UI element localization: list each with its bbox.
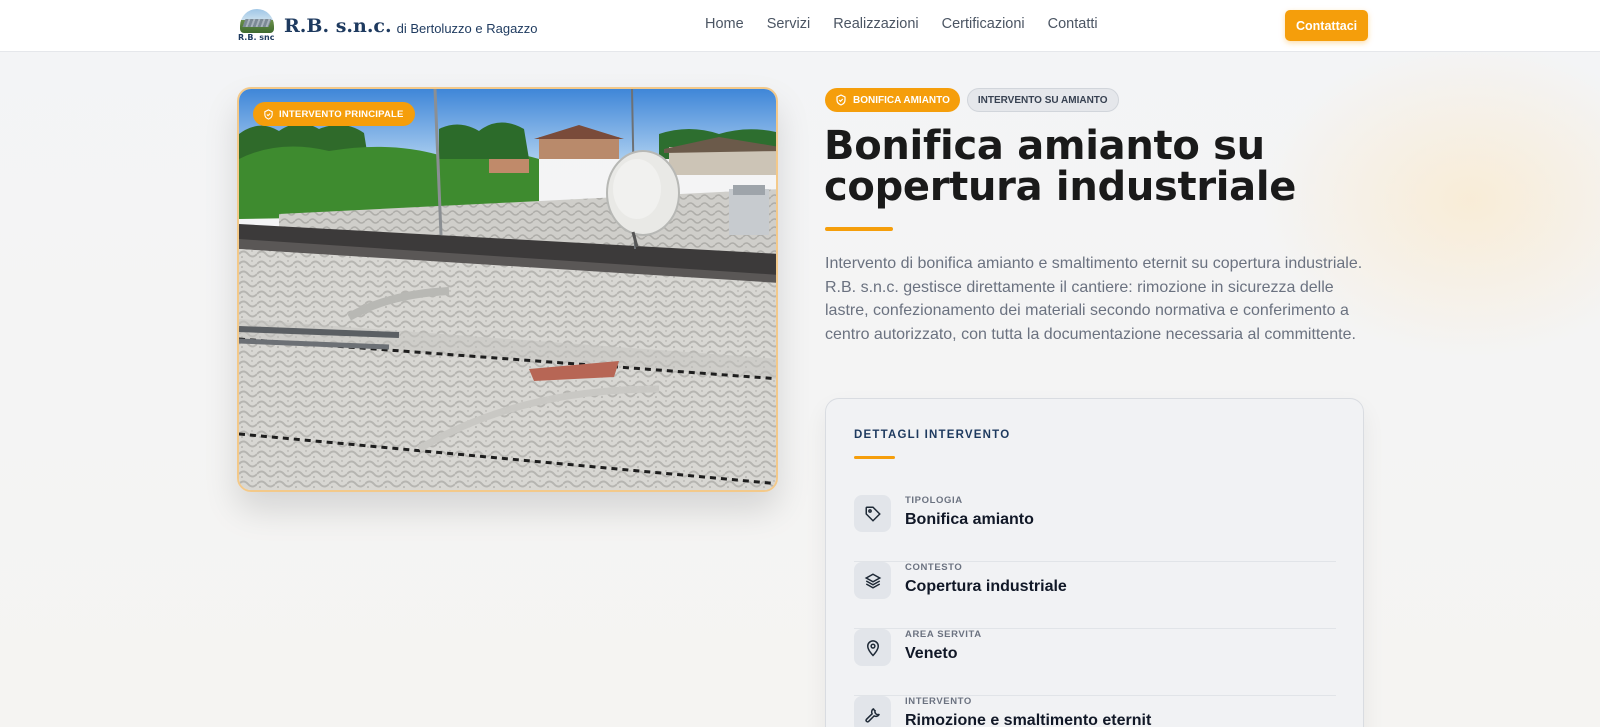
nav-link-contatti[interactable]: Contatti	[1048, 16, 1098, 32]
detail-label: CONTESTO	[905, 562, 963, 573]
details-accent-bar	[854, 456, 895, 459]
logo-name: R.B. s.n.c.	[284, 15, 392, 37]
nav-link-certificazioni[interactable]: Certificazioni	[942, 16, 1025, 32]
category-badges: BONIFICA AMIANTO INTERVENTO SU AMIANTO	[825, 88, 1119, 112]
main-intervention-badge: INTERVENTO PRINCIPALE	[253, 102, 415, 126]
detail-row-area: AREA SERVITA Veneto	[854, 629, 1336, 696]
main-nav: Home Servizi Realizzazioni Certificazion…	[705, 16, 1098, 32]
hero-image-card: INTERVENTO PRINCIPALE	[237, 87, 778, 492]
detail-value: Veneto	[905, 645, 958, 662]
map-pin-icon	[854, 629, 891, 666]
contact-button[interactable]: Contattaci	[1285, 10, 1369, 41]
page-title: Bonifica amianto su copertura industrial…	[824, 123, 1297, 210]
detail-value: Copertura industriale	[905, 578, 1067, 595]
shield-check-icon	[264, 108, 273, 120]
title-accent-bar	[825, 227, 893, 231]
details-card: DETTAGLI INTERVENTO TIPOLOGIA Bonifica a…	[825, 398, 1364, 727]
badge-intervento-amianto: INTERVENTO SU AMIANTO	[966, 88, 1119, 112]
page-description: Intervento di bonifica amianto e smaltim…	[825, 255, 1363, 344]
tag-icon	[854, 495, 891, 532]
details-title: DETTAGLI INTERVENTO	[854, 429, 1011, 441]
detail-label: INTERVENTO	[905, 696, 972, 707]
hero-roof-photo	[239, 89, 776, 490]
shield-check-icon	[836, 94, 846, 106]
nav-link-servizi[interactable]: Servizi	[767, 16, 811, 32]
logo-solar-roof-icon	[240, 9, 274, 33]
main-intervention-badge-label: INTERVENTO PRINCIPALE	[279, 108, 404, 120]
nav-link-home[interactable]: Home	[705, 16, 744, 32]
detail-value: Bonifica amianto	[905, 511, 1034, 528]
detail-row-intervento: INTERVENTO Rimozione e smaltimento etern…	[854, 696, 1336, 727]
detail-label: TIPOLOGIA	[905, 495, 963, 506]
layers-icon	[854, 562, 891, 599]
badge-bonifica-amianto: BONIFICA AMIANTO	[825, 88, 960, 112]
badge-bonifica-amianto-label: BONIFICA AMIANTO	[853, 94, 950, 106]
site-header: R.B. snc R.B. s.n.c. di Bertoluzzo e Rag…	[0, 0, 1600, 52]
detail-label: AREA SERVITA	[905, 629, 982, 640]
badge-intervento-amianto-label: INTERVENTO SU AMIANTO	[977, 94, 1108, 106]
logo-mark: R.B. snc	[238, 9, 278, 43]
detail-row-tipologia: TIPOLOGIA Bonifica amianto	[854, 495, 1336, 562]
logo-sub-text: R.B. snc	[238, 33, 275, 42]
logo-tagline: di Bertoluzzo e Ragazzo	[396, 20, 538, 36]
nav-link-realizzazioni[interactable]: Realizzazioni	[833, 16, 918, 32]
logo[interactable]: R.B. snc R.B. s.n.c. di Bertoluzzo e Rag…	[238, 9, 538, 43]
detail-row-contesto: CONTESTO Copertura industriale	[854, 562, 1336, 629]
detail-value: Rimozione e smaltimento eternit	[905, 712, 1152, 727]
wrench-icon	[854, 696, 891, 727]
